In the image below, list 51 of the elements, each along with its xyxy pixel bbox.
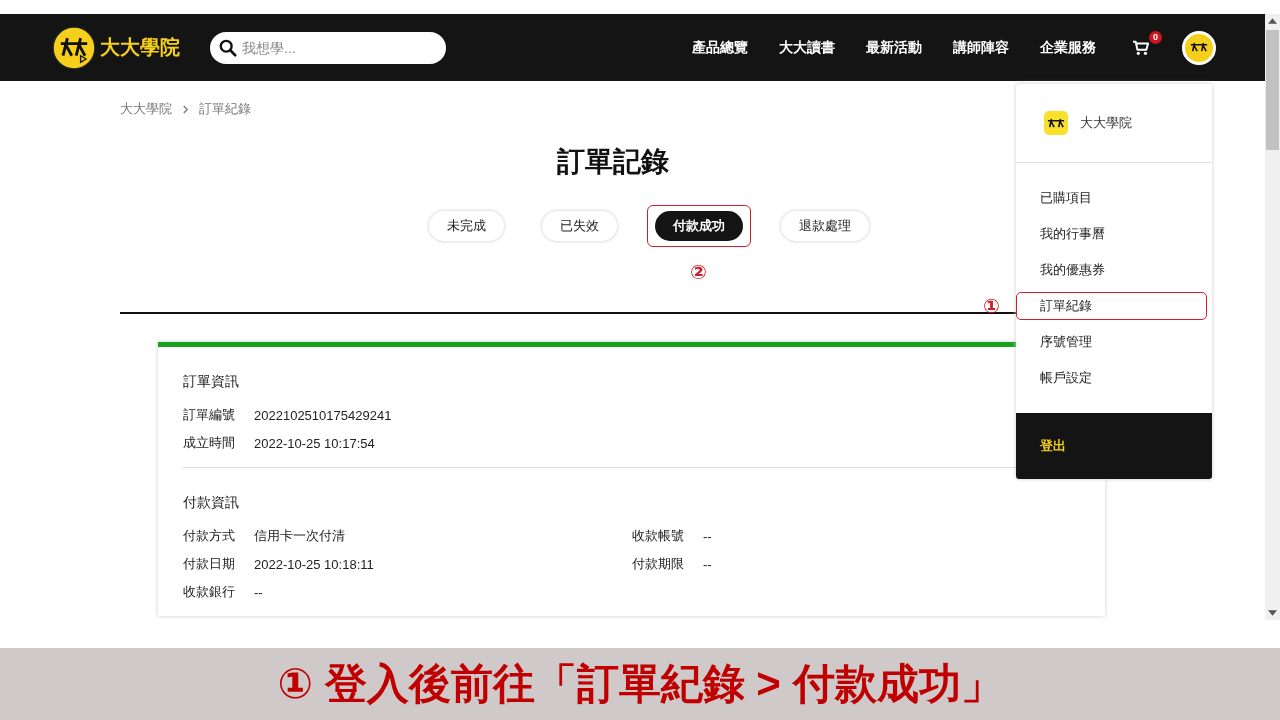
field-value: 信用卡一次付清 (254, 527, 345, 545)
logo-icon[interactable] (52, 25, 96, 70)
menu-item[interactable]: 已購項目 (1016, 184, 1207, 212)
field-value: -- (254, 584, 263, 600)
scrollbar[interactable] (1265, 14, 1280, 620)
field-value: -- (703, 556, 712, 572)
field-value: 2022102510175429241 (254, 407, 392, 423)
step-number: ② (690, 260, 707, 284)
field-value: 2022-10-25 10:17:54 (254, 435, 375, 451)
caption-text: ① 登入後前往「訂單紀錄 > 付款成功」 (277, 659, 1003, 709)
menu-item[interactable]: 序號管理 (1016, 328, 1207, 356)
cart-icon[interactable] (1132, 39, 1150, 56)
chevron-right-icon (182, 104, 189, 114)
status-tab[interactable]: 退款處理 (780, 211, 869, 241)
nav-link[interactable]: 講師陣容 (953, 38, 1009, 57)
section-title: 付款資訊 (183, 494, 239, 512)
menu-item[interactable]: 我的行事曆 (1016, 220, 1207, 248)
field-label: 訂單編號 (183, 406, 236, 424)
nav-link[interactable]: 大大讀書 (779, 38, 835, 57)
breadcrumb-current: 訂單紀錄 (199, 100, 251, 118)
scroll-down-icon[interactable] (1268, 610, 1277, 616)
logo-text[interactable]: 大大學院 (100, 34, 180, 61)
nav-link[interactable]: 最新活動 (866, 38, 922, 57)
page-title: 訂單記錄 (555, 145, 670, 179)
cart-count-badge: 0 (1149, 30, 1162, 44)
breadcrumb-link[interactable]: 大大學院 (120, 100, 172, 118)
status-tab[interactable]: 已失效 (541, 211, 617, 241)
nav-link[interactable]: 企業服務 (1040, 38, 1096, 57)
field-label: 付款日期 (183, 555, 236, 573)
user-avatar[interactable] (1182, 30, 1216, 65)
section-title: 訂單資訊 (183, 373, 239, 391)
nav-link[interactable]: 產品總覽 (692, 38, 748, 57)
menu-item[interactable]: 我的優惠券 (1016, 256, 1207, 284)
field-value: -- (703, 528, 712, 544)
field-label: 收款銀行 (183, 583, 236, 601)
field-label: 付款方式 (183, 527, 236, 545)
search-field[interactable]: 我想學... (210, 31, 446, 64)
status-tab[interactable]: 付款成功 (654, 211, 743, 241)
logout-button[interactable]: 登出 (1016, 413, 1212, 479)
scrollbar-thumb[interactable] (1266, 30, 1279, 150)
brand-logo-icon (1044, 111, 1068, 135)
menu-item[interactable]: 訂單紀錄 (1016, 292, 1207, 320)
field-label: 收款帳號 (632, 527, 685, 545)
field-label: 付款期限 (632, 555, 685, 573)
status-tab[interactable]: 未完成 (428, 211, 504, 241)
step-number: ① (983, 294, 1000, 318)
field-value: 2022-10-25 10:18:11 (254, 556, 374, 572)
brand-name: 大大學院 (1080, 114, 1132, 132)
field-label: 成立時間 (183, 434, 236, 452)
menu-item[interactable]: 帳戶設定 (1016, 364, 1207, 392)
scroll-up-icon[interactable] (1268, 18, 1277, 24)
